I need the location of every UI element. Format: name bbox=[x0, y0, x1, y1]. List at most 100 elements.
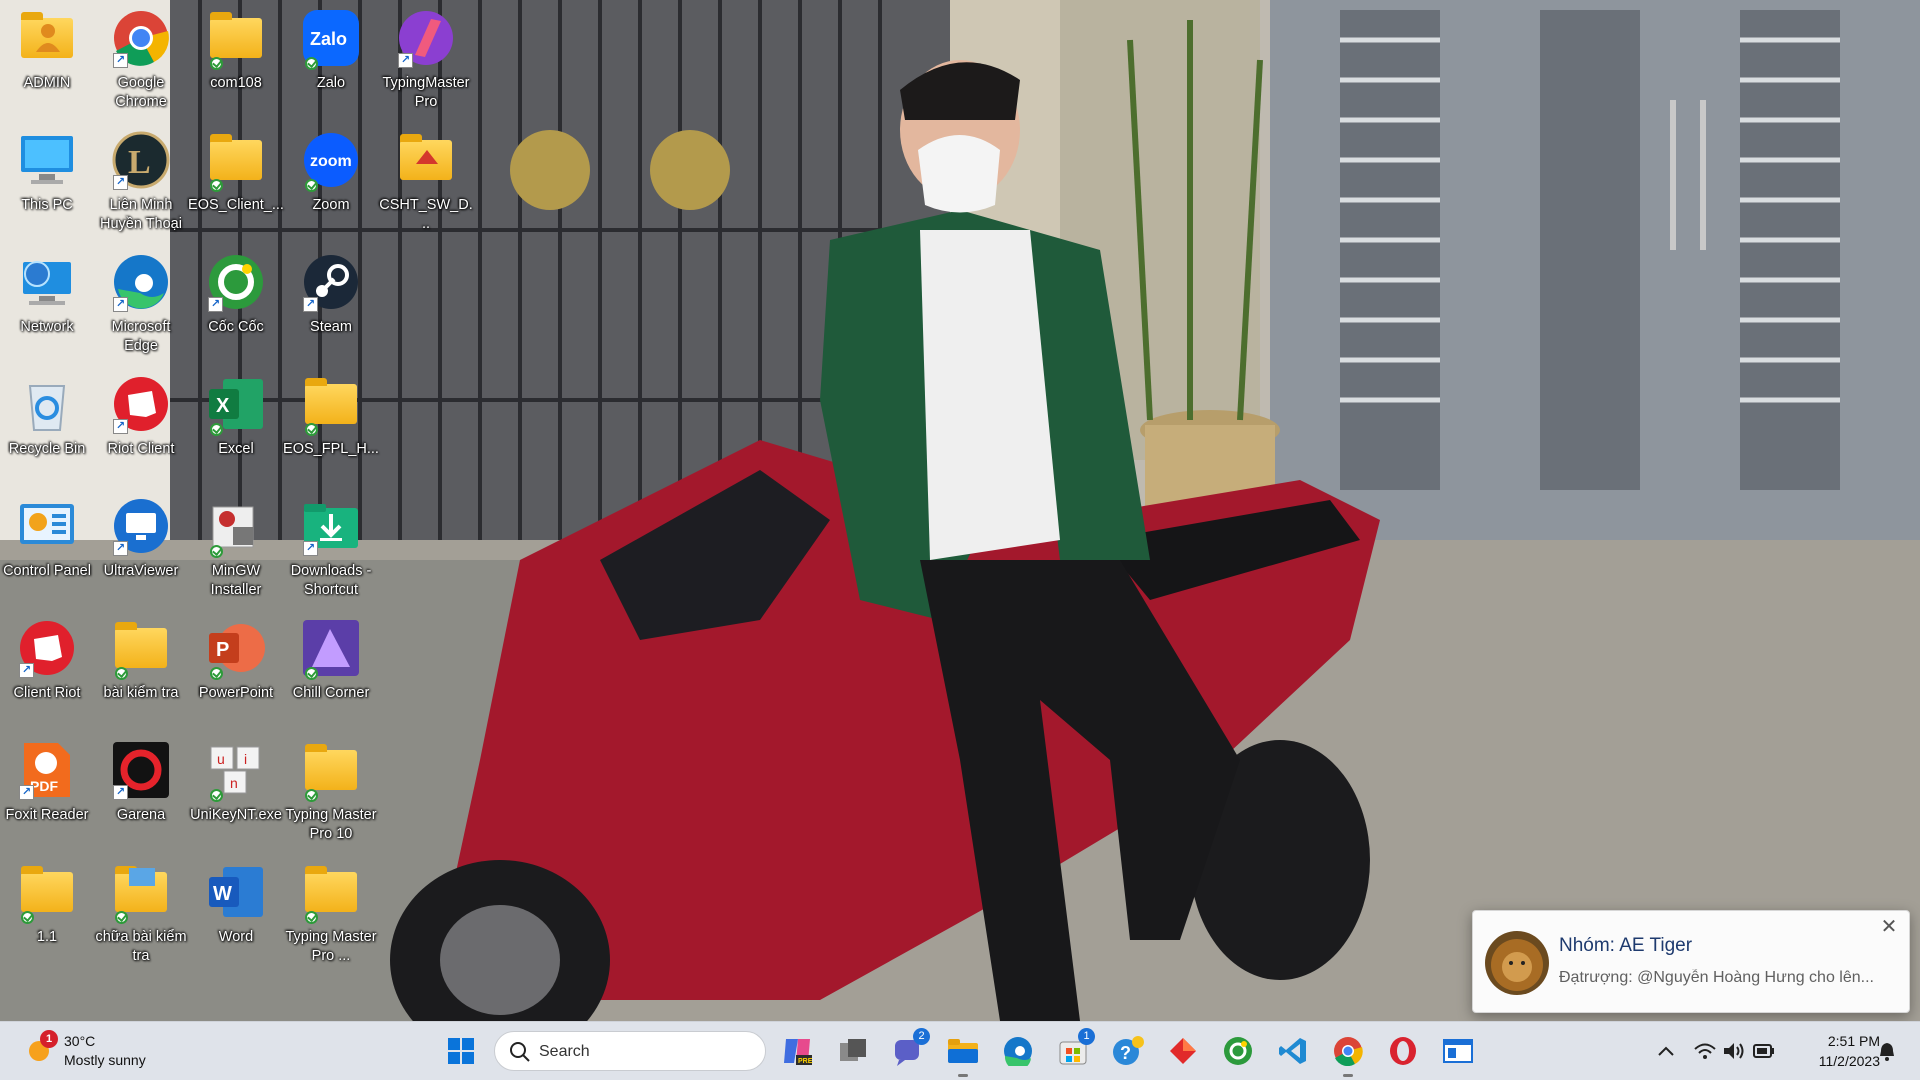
desktop-icon-coc-coc[interactable]: ↗ Cốc Cốc bbox=[188, 246, 284, 362]
sync-status-icon bbox=[305, 789, 318, 802]
desktop-icon-downloads-shortcut[interactable]: ↗ Downloads - Shortcut bbox=[283, 490, 379, 606]
desktop-icon-label: Zoom bbox=[312, 197, 350, 213]
zoom-icon: zoom bbox=[301, 130, 361, 192]
desktop-icon-label: Downloads - Shortcut bbox=[290, 563, 372, 598]
desktop-icon-client-riot[interactable]: ↗ Client Riot bbox=[0, 612, 95, 728]
desktop-icon-chua-bai-kiem-tra[interactable]: chữa bài kiểm tra bbox=[93, 856, 189, 972]
desktop-icon-typing-master-pro-2[interactable]: Typing Master Pro ... bbox=[283, 856, 379, 972]
notification-toast[interactable]: Nhóm: AE Tiger Đạtrượng: @Nguyễn Hoàng H… bbox=[1472, 910, 1910, 1013]
svg-text:PDF: PDF bbox=[30, 778, 58, 794]
desktop-icon-typingmaster-pro[interactable]: ↗ TypingMaster Pro bbox=[378, 2, 474, 118]
store-button[interactable]: 1 bbox=[1053, 1028, 1095, 1071]
desktop-icon-riot-client[interactable]: ↗ Riot Client bbox=[93, 368, 189, 484]
edge-button[interactable] bbox=[998, 1031, 1038, 1071]
desktop-icon-zoom[interactable]: zoom Zoom bbox=[283, 124, 379, 240]
desktop-icon-ultraviewer[interactable]: ↗ UltraViewer bbox=[93, 490, 189, 606]
folder-icon bbox=[301, 374, 361, 436]
desktop-icon-label: Typing Master Pro ... bbox=[285, 929, 377, 964]
desktop-icon-recycle-bin[interactable]: Recycle Bin bbox=[0, 368, 95, 484]
desktop-icon-label: MinGW Installer bbox=[210, 563, 262, 598]
desktop-icon-lien-minh[interactable]: L ↗ Liên Minh Huyền Thoại bbox=[93, 124, 189, 240]
coccoc-button[interactable] bbox=[1218, 1031, 1258, 1071]
desktop-icon-unikey[interactable]: u in UniKeyNT.exe bbox=[188, 734, 284, 850]
desktop-icon-1-1[interactable]: 1.1 bbox=[0, 856, 95, 972]
app-red-button[interactable] bbox=[1163, 1031, 1203, 1071]
sync-status-icon bbox=[305, 57, 318, 70]
desktop-icon-label: Client Riot bbox=[13, 685, 81, 701]
desktop-icon-label: Garena bbox=[116, 807, 166, 823]
desktop-icon-label: EOS_Client_... bbox=[188, 197, 284, 213]
desktop-icon-this-pc[interactable]: This PC bbox=[0, 124, 95, 240]
downloads-icon: ↗ bbox=[301, 496, 361, 556]
task-view-button[interactable] bbox=[833, 1031, 873, 1071]
opera-button[interactable] bbox=[1383, 1031, 1423, 1071]
sync-status-icon bbox=[21, 911, 34, 924]
chrome-button[interactable] bbox=[1328, 1031, 1368, 1077]
running-indicator bbox=[958, 1074, 968, 1077]
this-pc-icon bbox=[17, 130, 77, 190]
sync-status-icon bbox=[210, 545, 223, 558]
desktop-icon-network[interactable]: Network bbox=[0, 246, 95, 362]
copilot-button[interactable]: PRE bbox=[778, 1031, 818, 1071]
coccoc-icon bbox=[1224, 1037, 1252, 1065]
teams-chat-button[interactable]: 2 bbox=[888, 1028, 930, 1071]
powerpoint-icon: P bbox=[206, 618, 266, 680]
svg-text:L: L bbox=[128, 144, 151, 181]
desktop-icon-mingw-installer[interactable]: MinGW Installer bbox=[188, 490, 284, 606]
start-button[interactable] bbox=[441, 1031, 481, 1071]
desktop-icon-powerpoint[interactable]: P PowerPoint bbox=[188, 612, 284, 728]
desktop-icon-microsoft-edge[interactable]: ↗ Microsoft Edge bbox=[93, 246, 189, 362]
notification-body: Đạtrượng: @Nguyễn Hoàng Hưng cho lên... bbox=[1559, 969, 1874, 986]
svg-text:Zalo: Zalo bbox=[310, 29, 347, 49]
desktop-icon-steam[interactable]: ↗ Steam bbox=[283, 246, 379, 362]
weather-condition: Mostly sunny bbox=[64, 1052, 146, 1068]
desktop-icon-csht[interactable]: CSHT_SW_D... bbox=[378, 124, 474, 240]
desktop-icon-label: bài kiểm tra bbox=[103, 685, 179, 701]
desktop-icon-label: EOS_FPL_H... bbox=[283, 441, 379, 457]
desktop-icon-label: Network bbox=[20, 319, 74, 335]
vscode-button[interactable] bbox=[1273, 1031, 1313, 1071]
svg-text:i: i bbox=[244, 751, 247, 767]
sync-status-icon bbox=[210, 179, 223, 192]
desktop-icon-eos-fpl[interactable]: EOS_FPL_H... bbox=[283, 368, 379, 484]
desktop-icon-chill-corner[interactable]: Chill Corner bbox=[283, 612, 379, 728]
league-icon: L ↗ bbox=[111, 130, 171, 190]
desktop-icon-typing-master-pro-10[interactable]: Typing Master Pro 10 bbox=[283, 734, 379, 850]
weather-widget[interactable]: 1 30°C Mostly sunny bbox=[22, 1030, 192, 1074]
desktop-icon-word[interactable]: W Word bbox=[188, 856, 284, 972]
desktop-icon-excel[interactable]: X Excel bbox=[188, 368, 284, 484]
desktop-icon-bai-kiem-tra[interactable]: bài kiểm tra bbox=[93, 612, 189, 728]
shortcut-arrow-icon: ↗ bbox=[113, 53, 128, 68]
chill-corner-icon bbox=[301, 618, 361, 680]
wifi-icon[interactable] bbox=[1694, 1040, 1716, 1062]
desktop-icon-label: Riot Client bbox=[107, 441, 175, 457]
task-view-icon bbox=[840, 1039, 866, 1061]
desktop-icon-label: Google Chrome bbox=[115, 75, 167, 110]
desktop-icon-eos-client[interactable]: EOS_Client_... bbox=[188, 124, 284, 240]
riot-icon: ↗ bbox=[111, 374, 171, 434]
desktop-icon-garena[interactable]: ↗ Garena bbox=[93, 734, 189, 850]
folder-icon bbox=[17, 862, 77, 924]
taskbar-search[interactable]: Search bbox=[494, 1031, 766, 1071]
help-button[interactable]: ? bbox=[1108, 1031, 1148, 1071]
taskbar-clock[interactable]: 2:51 PM 11/2/2023 bbox=[1780, 1031, 1880, 1071]
notification-bell-icon[interactable] bbox=[1876, 1040, 1898, 1062]
folder-icon bbox=[301, 862, 361, 924]
sync-status-icon bbox=[210, 57, 223, 70]
desktop-icon-foxit-reader[interactable]: PDF ↗ Foxit Reader bbox=[0, 734, 95, 850]
desktop-icon-zalo[interactable]: Zalo Zalo bbox=[283, 2, 379, 118]
svg-text:PRE: PRE bbox=[798, 1058, 813, 1065]
desktop-icon-control-panel[interactable]: Control Panel bbox=[0, 490, 95, 606]
svg-text:X: X bbox=[216, 395, 230, 417]
volume-icon[interactable] bbox=[1723, 1040, 1745, 1062]
excel-icon: X bbox=[206, 374, 266, 436]
battery-icon[interactable] bbox=[1753, 1040, 1775, 1062]
chevron-up-icon[interactable] bbox=[1655, 1040, 1677, 1062]
desktop-icon-google-chrome[interactable]: ↗ Google Chrome bbox=[93, 2, 189, 118]
close-icon[interactable]: ✕ bbox=[1877, 915, 1901, 939]
file-explorer-button[interactable] bbox=[943, 1031, 983, 1077]
window-app-button[interactable] bbox=[1438, 1031, 1478, 1071]
desktop-icon-admin[interactable]: ADMIN bbox=[0, 2, 95, 118]
desktop-icon-com108[interactable]: com108 bbox=[188, 2, 284, 118]
diamond-icon bbox=[1170, 1038, 1196, 1064]
